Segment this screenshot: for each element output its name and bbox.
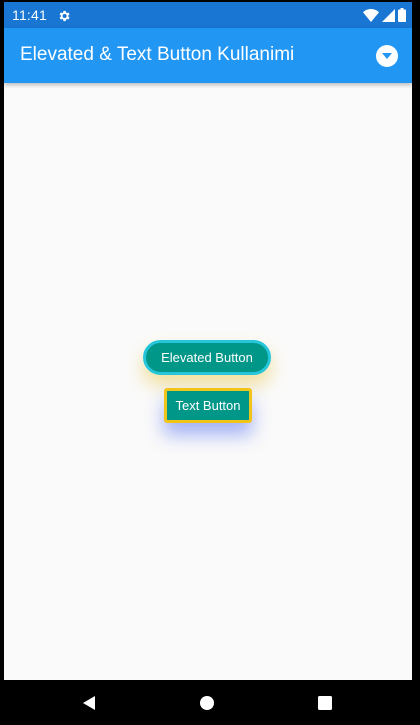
app-title: Elevated & Text Button Kullanimi <box>20 44 295 65</box>
status-icons <box>363 8 406 22</box>
settings-gear-icon <box>57 8 71 22</box>
status-time: 11:41 <box>12 7 47 23</box>
device-frame: 11:41 Elevated & Text Button Kullanimi E… <box>0 0 420 725</box>
app-screen: 11:41 Elevated & Text Button Kullanimi E… <box>4 2 412 680</box>
battery-icon <box>398 8 406 22</box>
system-nav-bar <box>0 680 420 725</box>
status-bar: 11:41 <box>4 2 412 28</box>
recent-apps-square-icon[interactable] <box>316 694 334 712</box>
elevated-button[interactable]: Elevated Button <box>143 340 271 375</box>
back-triangle-icon[interactable] <box>80 694 98 712</box>
wifi-icon <box>363 8 379 22</box>
app-bar: Elevated & Text Button Kullanimi <box>4 28 412 83</box>
cellular-signal-icon <box>382 8 395 22</box>
dropdown-circle-icon[interactable] <box>376 45 398 67</box>
home-circle-icon[interactable] <box>198 694 216 712</box>
content-area: Elevated Button Text Button <box>4 83 412 680</box>
text-button[interactable]: Text Button <box>164 388 252 423</box>
